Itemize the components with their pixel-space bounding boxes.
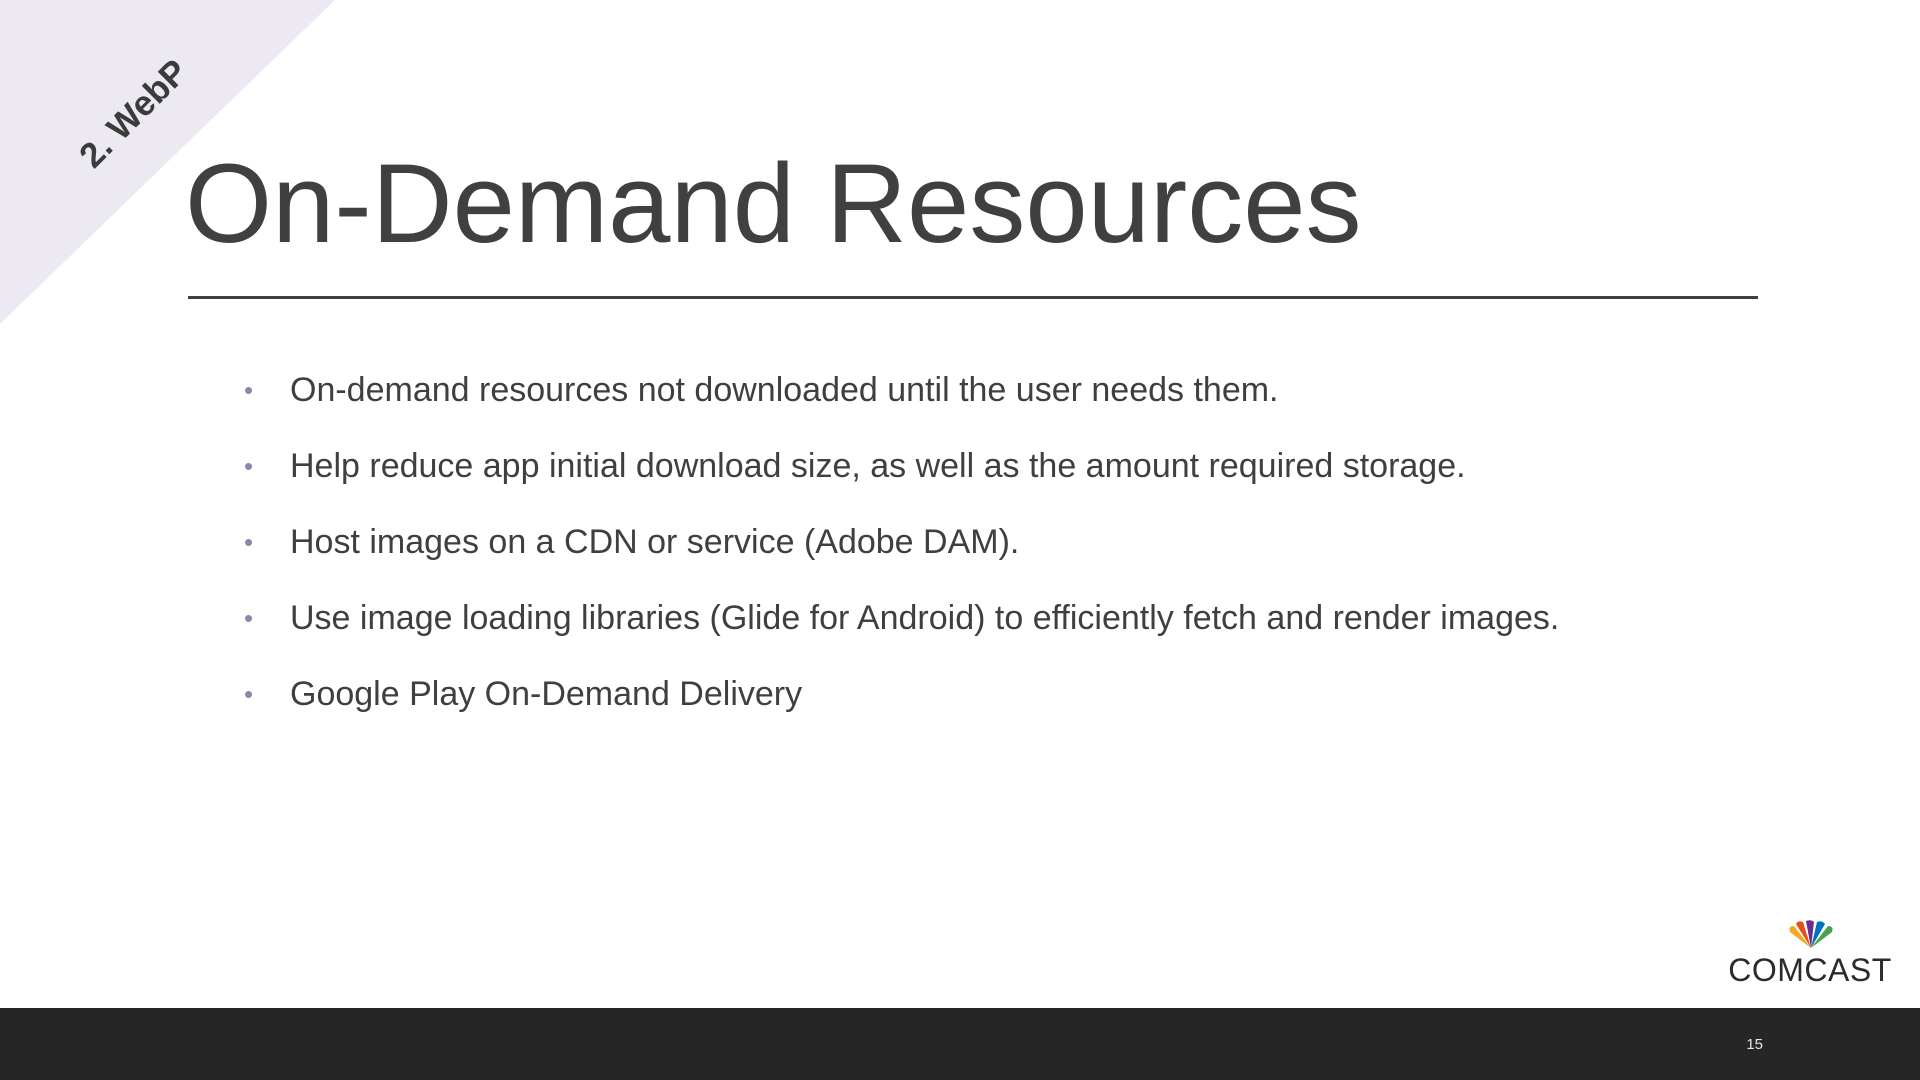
title-divider [188, 296, 1758, 299]
page-number: 15 [1746, 1036, 1763, 1053]
section-tag: 2. WebP [71, 51, 196, 176]
slide: 2. WebP On-Demand Resources • On-demand … [0, 0, 1920, 1080]
bullet-item: • Use image loading libraries (Glide for… [244, 592, 1559, 668]
bullet-item: • On-demand resources not downloaded unt… [244, 364, 1559, 440]
bullet-text: Host images on a CDN or service (Adobe D… [290, 523, 1020, 561]
bullet-item: • Host images on a CDN or service (Adobe… [244, 516, 1559, 592]
bullet-text: Use image loading libraries (Glide for A… [290, 599, 1560, 637]
bullet-text: Google Play On-Demand Delivery [290, 675, 803, 713]
bullet-marker: • [244, 603, 254, 633]
bullet-list: • On-demand resources not downloaded unt… [244, 364, 1559, 744]
slide-title: On-Demand Resources [185, 141, 1362, 266]
bullet-marker: • [244, 375, 254, 405]
bullet-marker: • [244, 679, 254, 709]
bullet-item: • Help reduce app initial download size,… [244, 440, 1559, 516]
bullet-marker: • [244, 527, 254, 557]
bullet-item: • Google Play On-Demand Delivery [244, 668, 1559, 744]
peacock-icon [1789, 920, 1833, 948]
bullet-marker: • [244, 451, 254, 481]
logo-wordmark: COMCAST [1728, 952, 1892, 988]
bullet-text: Help reduce app initial download size, a… [290, 447, 1466, 485]
comcast-logo: COMCAST [1720, 918, 1900, 988]
footer-bar: 15 [0, 1008, 1920, 1080]
bullet-text: On-demand resources not downloaded until… [290, 371, 1279, 409]
